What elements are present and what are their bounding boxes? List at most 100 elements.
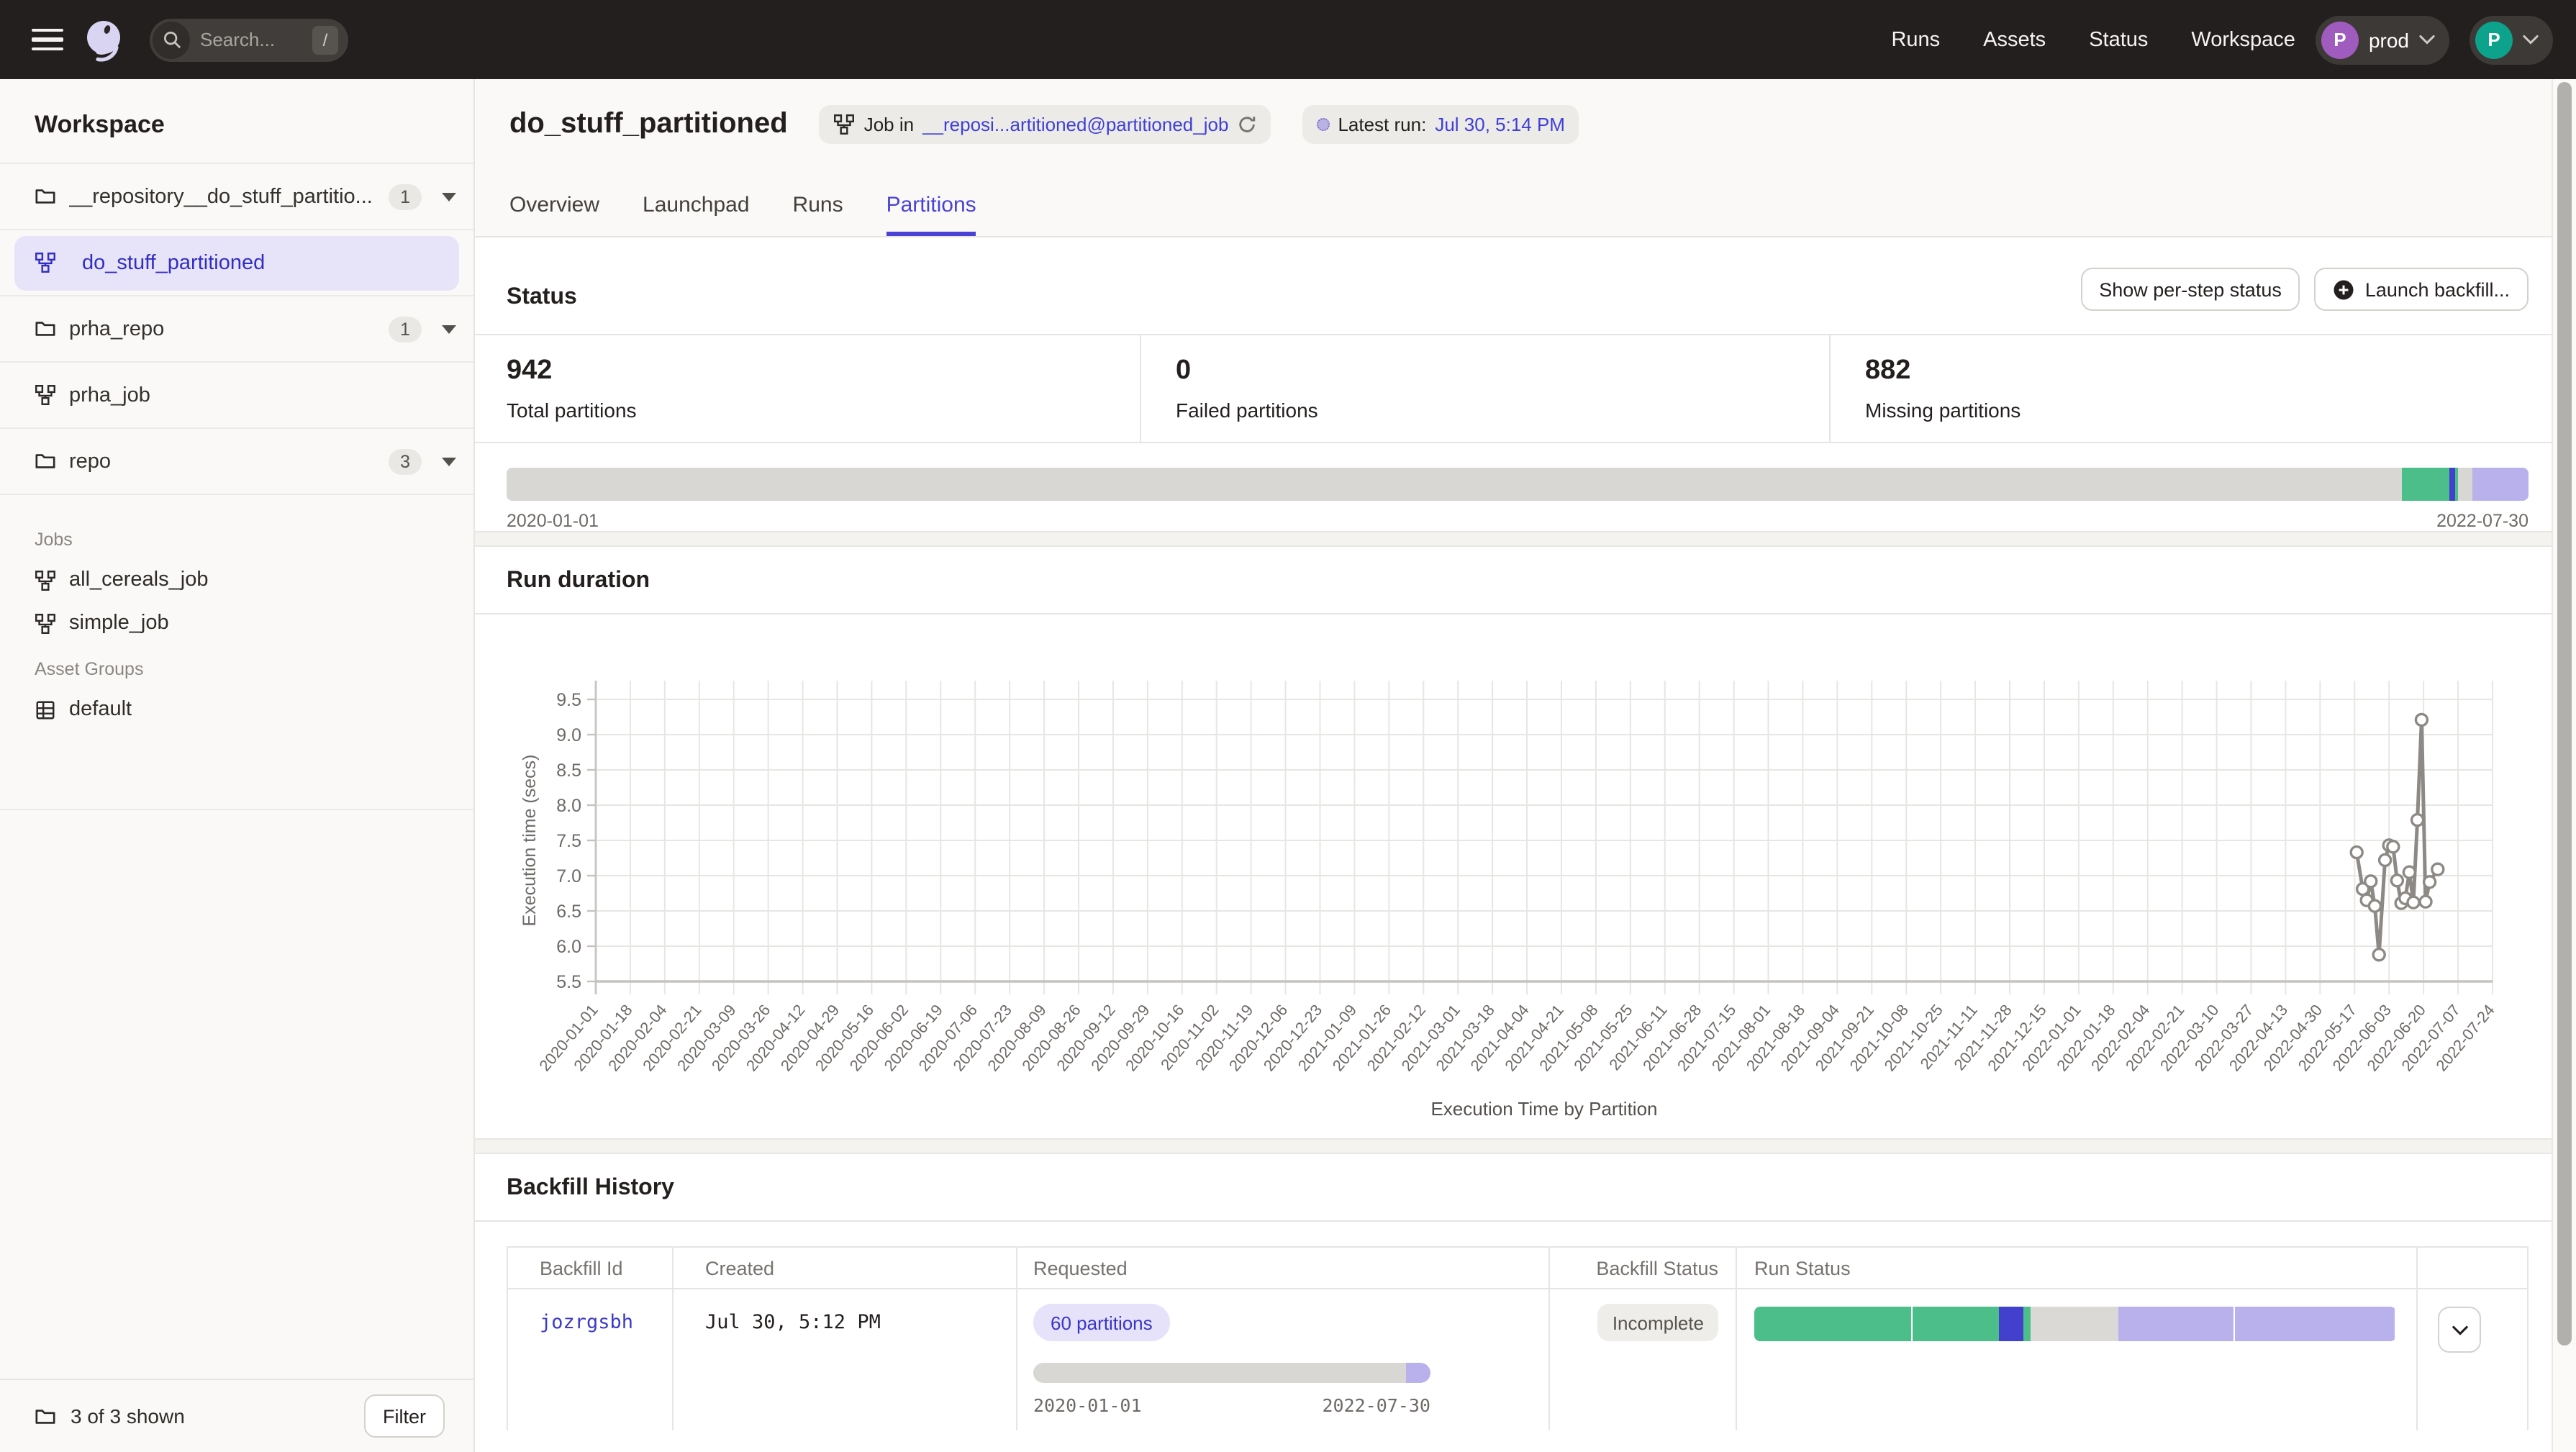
bar-segment [2403, 468, 2450, 501]
bar-segment [2458, 468, 2473, 501]
search-input[interactable]: Search... / [150, 18, 348, 61]
plus-circle-icon [2334, 278, 2355, 300]
bar-segment [1754, 1307, 1913, 1341]
sidebar-item-label: do_stuff_partitioned [82, 251, 439, 274]
sidebar-item-prha-job[interactable]: prha_job [0, 363, 473, 429]
refresh-icon[interactable] [1237, 115, 1256, 134]
nav-link-workspace[interactable]: Workspace [2191, 28, 2295, 51]
svg-text:9.0: 9.0 [556, 725, 581, 745]
sidebar-item--repository-do-stuff-partitio-[interactable]: __repository__do_stuff_partitio...1 [0, 164, 473, 230]
sidebar-footer: 3 of 3 shown Filter [0, 1379, 473, 1452]
run-status-dot-icon [1316, 118, 1329, 131]
sidebar-item-all_cereals_job[interactable]: all_cereals_job [0, 558, 473, 602]
repo-count-summary: 3 of 3 shown [71, 1405, 350, 1428]
svg-text:7.0: 7.0 [556, 866, 581, 886]
scrollbar-thumb[interactable] [2557, 82, 2572, 1346]
job-icon [35, 569, 56, 591]
sidebar-sections: Jobsall_cereals_jobsimple_jobAsset Group… [0, 495, 473, 810]
run-status-bar[interactable] [1754, 1307, 2396, 1341]
latest-run-link[interactable]: Jul 30, 5:14 PM [1435, 114, 1565, 135]
chevron-down-icon [2523, 35, 2539, 45]
job-icon [35, 252, 56, 273]
stat-label: Failed partitions [1176, 399, 1829, 422]
latest-run-tag: Latest run: Jul 30, 5:14 PM [1302, 105, 1579, 144]
nav-link-status[interactable]: Status [2089, 28, 2148, 51]
job-repo-link[interactable]: __reposi...artitioned@partitioned_job [922, 114, 1228, 135]
sidebar-item-repo[interactable]: repo3 [0, 429, 473, 495]
caret-down-icon[interactable] [442, 325, 456, 333]
column-header-run-status: Run Status [1737, 1248, 2418, 1289]
partition-range-end: 2022-07-30 [2436, 511, 2529, 531]
requested-partitions-badge[interactable]: 60 partitions [1033, 1304, 1170, 1341]
column-header-backfill-id: Backfill Id [508, 1248, 674, 1289]
partition-range-start: 2020-01-01 [507, 511, 599, 531]
tab-overview[interactable]: Overview [509, 193, 599, 236]
tab-bar: Overview Launchpad Runs Partitions [509, 193, 976, 236]
backfill-history-heading: Backfill History [475, 1154, 2552, 1220]
requested-range-bar [1033, 1363, 1430, 1383]
tab-launchpad[interactable]: Launchpad [643, 193, 750, 236]
latest-run-label: Latest run: [1338, 114, 1426, 135]
asset-group-icon [35, 699, 56, 720]
main-content: do_stuff_partitioned Job in __reposi...a… [475, 79, 2552, 1452]
sidebar-item-label: repo [69, 450, 389, 473]
column-header-backfill-status: Backfill Status [1550, 1248, 1737, 1289]
job-icon [834, 114, 856, 135]
svg-text:5.5: 5.5 [556, 972, 581, 992]
job-count-badge: 1 [389, 316, 422, 342]
sidebar-item-label: prha_job [69, 384, 456, 407]
backfill-id-link[interactable]: jozrgsbh [540, 1311, 633, 1334]
sidebar-item-default[interactable]: default [0, 688, 473, 731]
caret-down-icon[interactable] [442, 192, 456, 201]
partition-stats: 942Total partitions0Failed partitions882… [475, 334, 2552, 443]
svg-text:6.0: 6.0 [556, 937, 581, 957]
scrollbar-track[interactable] [2552, 79, 2576, 1452]
sidebar-item-simple_job[interactable]: simple_job [0, 602, 473, 645]
bar-segment [1406, 1363, 1430, 1383]
sidebar-item-label: prha_repo [69, 317, 389, 340]
top-navbar: Search... / Runs Assets Status Workspace P … [0, 0, 2576, 79]
partition-status-bar[interactable] [507, 468, 2529, 501]
menu-icon[interactable] [23, 15, 72, 64]
nav-link-runs[interactable]: Runs [1891, 28, 1940, 51]
dagster-logo-icon[interactable] [81, 17, 127, 63]
folder-icon [35, 1405, 56, 1427]
bar-segment [2449, 468, 2455, 501]
table-row: jozrgsbh Jul 30, 5:12 PM 60 partitions 2… [508, 1289, 2527, 1430]
folder-icon [35, 450, 56, 472]
sidebar-item-label: all_cereals_job [69, 568, 208, 591]
tab-partitions[interactable]: Partitions [886, 193, 976, 236]
section-gap [475, 531, 2552, 547]
nav-link-assets[interactable]: Assets [1983, 28, 2046, 51]
sidebar-item-prha-repo[interactable]: prha_repo1 [0, 296, 473, 363]
chevron-down-icon [2452, 1325, 2467, 1335]
app: Search... / Runs Assets Status Workspace P … [0, 0, 2576, 1452]
column-header-actions [2418, 1248, 2527, 1289]
svg-text:8.0: 8.0 [556, 796, 581, 816]
run-duration-chart: 2020-01-012020-01-182020-02-042020-02-21… [504, 617, 2529, 1138]
bar-segment [2030, 1307, 2118, 1341]
tab-runs[interactable]: Runs [793, 193, 843, 236]
expand-row-button[interactable] [2438, 1307, 2481, 1353]
status-section: Status Show per-step statusLaunch backfi… [475, 237, 2552, 531]
stat-label: Missing partitions [1865, 399, 2552, 422]
stat-total-partitions: 942Total partitions [475, 335, 1141, 442]
bar-segment [2235, 1307, 2395, 1341]
job-tag-prefix: Job in [864, 114, 914, 135]
show-per-step-status-button[interactable]: Show per-step status [2080, 268, 2300, 311]
caret-down-icon[interactable] [442, 457, 456, 466]
deployment-switcher[interactable]: P prod [2316, 15, 2449, 64]
bar-segment [2023, 1307, 2031, 1341]
svg-text:8.5: 8.5 [556, 761, 581, 781]
stat-missing-partitions: 882Missing partitions [1831, 335, 2552, 442]
launch-backfill-button[interactable]: Launch backfill... [2315, 268, 2529, 311]
page-header: do_stuff_partitioned Job in __reposi...a… [475, 79, 2552, 237]
page-title: do_stuff_partitioned [509, 108, 788, 141]
sidebar-item-do-stuff-partitioned[interactable]: do_stuff_partitioned [0, 230, 473, 296]
job-count-badge: 3 [389, 448, 422, 474]
user-menu[interactable]: P [2470, 15, 2553, 64]
backfill-table: Backfill Id Created Requested Backfill S… [507, 1246, 2529, 1430]
filter-button[interactable]: Filter [364, 1394, 445, 1438]
bar-segment [1913, 1307, 1999, 1341]
column-header-created: Created [674, 1248, 1017, 1289]
